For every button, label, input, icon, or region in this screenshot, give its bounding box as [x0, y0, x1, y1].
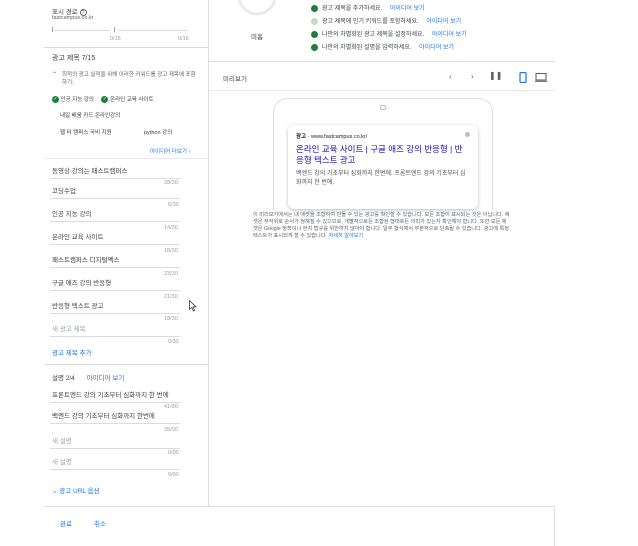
chevron-right-icon[interactable]: ›	[471, 72, 474, 81]
checkmark-icon: ✓	[52, 96, 59, 104]
preview-title: 미리보기	[223, 76, 247, 83]
checkmark-icon: ✓	[101, 96, 109, 104]
preview-card: 미리보기 ‹ › ❚❚ 광고 · www.fastcampus.co.kr/ 온…	[209, 62, 555, 506]
path1-input[interactable]	[54, 30, 110, 31]
headline-counter: 14/30	[164, 225, 178, 231]
headline-counter: 6/30	[168, 202, 179, 208]
ad-edit-panel: 표시 경로 ? fastcampus.co.kr 0/15 0/15 광고 제목…	[44, 0, 208, 506]
keyword-chip[interactable]: ✓ 온라인 교육 사이트	[101, 96, 154, 104]
ad-strength-gauge	[237, 0, 277, 16]
headline-input[interactable]: 구글 애즈 강의 반응형	[50, 273, 180, 291]
strength-tip: 광고 제목에 인기 키워드를 포함하세요. 아이디어 보기	[311, 16, 461, 25]
right-gutter	[554, 0, 638, 546]
status-dot-icon	[311, 43, 318, 51]
headline-input[interactable]: 온라인 교육 사이트	[50, 227, 180, 245]
mobile-icon[interactable]	[519, 72, 527, 83]
description-counter: 0/90	[168, 472, 179, 478]
app-frame: 표시 경로 ? fastcampus.co.kr 0/15 0/15 광고 제목…	[0, 0, 638, 546]
keyword-chip[interactable]: python 강의	[144, 128, 204, 136]
preview-panel: 미흡 광고 제목을 추가하세요. 아이디어 보기 광고 제목에 인기 키워드를 …	[208, 0, 555, 506]
strength-tip: 나만의 차별화된 설명을 입력하세요. 아이디어 보기	[311, 42, 454, 51]
strength-tip: 나만의 차별화된 광고 제목을 설정하세요. 아이디어 보기	[311, 29, 467, 38]
path2-counter: 0/15	[178, 36, 189, 42]
mouse-cursor-icon	[189, 300, 197, 312]
description-input[interactable]: 프론트엔드 강의 기초부터 심화까지 한 번에	[50, 385, 180, 403]
ideas-link[interactable]: 아이디어 보기	[390, 6, 425, 12]
ideas-link[interactable]: 아이디어 보기	[419, 45, 454, 51]
left-gutter	[0, 0, 44, 546]
chevron-left-icon[interactable]: ‹	[449, 72, 452, 81]
preview-notice: 이 미리보기에서는 내 애셋을 조합하여 만들 수 있는 광고를 확인할 수 있…	[253, 212, 510, 239]
ad-badge: 광고	[296, 134, 307, 140]
display-path-inputs	[52, 27, 196, 33]
description-input[interactable]: 새 설명	[50, 452, 180, 470]
chevron-up-icon: ⌃	[52, 72, 58, 78]
ad-strength-label: 미흡	[251, 34, 263, 41]
chevron-right-icon: ›	[186, 149, 191, 155]
headline-input[interactable]: 코딩수업	[50, 181, 180, 199]
headline-tip[interactable]: ⌃ 최적의 광고 실적을 위해 이러한 키워드를 광고 제목에 포함하기:	[52, 71, 200, 87]
headline-input[interactable]: 새 광고 제목	[50, 319, 180, 337]
description-input[interactable]: 새 설명	[50, 431, 180, 449]
path2-input[interactable]	[118, 30, 188, 31]
headline-counter: 28/30	[164, 180, 178, 186]
more-ideas-link[interactable]: 아이디어 더보기 ›	[150, 147, 206, 155]
status-dot-icon	[311, 4, 318, 12]
strength-tip: 광고 제목을 추가하세요. 아이디어 보기	[311, 3, 425, 12]
keyword-chip[interactable]: 내일 배움 카드 온라인강의	[60, 111, 208, 119]
url-options-toggle[interactable]: ⌄ 광고 URL 옵션	[52, 485, 202, 495]
phone-speaker-icon	[380, 105, 386, 110]
ad-description: 백엔드 강의 기초부터 심화까지 한번에. 프론트엔드 강의 기초부터 심화까지…	[296, 171, 466, 186]
headline-counter: 23/30	[164, 271, 178, 277]
headline-counter: 21/30	[164, 294, 178, 300]
ideas-link[interactable]: 아이디어 보기	[432, 32, 467, 38]
ad-strength-card: 미흡 광고 제목을 추가하세요. 아이디어 보기 광고 제목에 인기 키워드를 …	[209, 0, 555, 62]
headline-input[interactable]: 반응형 텍스트 광고	[50, 296, 180, 314]
done-button[interactable]: 완료	[60, 518, 72, 528]
learn-more-link[interactable]: 자세히 알아보기	[328, 233, 363, 239]
headline-counter: 0/30	[168, 339, 179, 345]
headline-counter: 18/30	[164, 248, 178, 254]
ad-url: www.fastcampus.co.kr/	[311, 134, 368, 140]
ad-preview: 광고 · www.fastcampus.co.kr/ 온라인 교육 사이트 | …	[288, 125, 478, 209]
ad-header: 광고 · www.fastcampus.co.kr/	[296, 134, 368, 140]
phone-frame: 광고 · www.fastcampus.co.kr/ 온라인 교육 사이트 | …	[273, 98, 493, 210]
pause-icon[interactable]: ❚❚	[489, 71, 502, 80]
desktop-icon[interactable]	[535, 73, 547, 82]
description-input[interactable]: 백엔드 강의 기초부터 심화까지 한번에	[50, 406, 180, 424]
keyword-chips-done: ✓ 인공 지능 강의 ✓ 온라인 교육 사이트	[52, 95, 202, 104]
ideas-link[interactable]: 아이디어 보기	[426, 19, 461, 25]
headline-input[interactable]: 동영상 강의는 패스트캠퍼스	[50, 161, 180, 179]
display-domain: fastcampus.co.kr	[52, 15, 94, 21]
headline-tip-text: 최적의 광고 실적을 위해 이러한 키워드를 광고 제목에 포함하기:	[62, 72, 196, 86]
descriptions-heading: 설명 2/4 아이디어 보기	[52, 375, 125, 382]
headline-counter: 18/30	[164, 316, 178, 322]
ad-headline[interactable]: 온라인 교육 사이트 | 구글 애즈 강의 반응형 | 반응형 텍스트 광고	[296, 144, 468, 166]
keyword-chip[interactable]: ✓ 인공 지능 강의	[52, 96, 94, 104]
path1-counter: 0/15	[110, 36, 121, 42]
headline-input[interactable]: 인공 지능 강의	[50, 204, 180, 222]
headlines-heading: 광고 제목 7/15	[52, 55, 96, 62]
keyword-chip[interactable]: 웹 터 캠퍼스 국비 지원	[60, 128, 150, 136]
description-ideas-link[interactable]: 아이디어 보기	[87, 375, 125, 382]
add-headline-link[interactable]: 광고 제목 추가	[52, 347, 202, 357]
status-dot-icon	[311, 30, 318, 38]
headline-input[interactable]: 패스트캠퍼스 디지털멕스	[50, 250, 180, 268]
cancel-button[interactable]: 취소	[94, 518, 106, 528]
status-dot-icon	[311, 17, 318, 25]
info-icon	[465, 132, 470, 137]
footer-bar: 완료 취소	[44, 506, 554, 546]
